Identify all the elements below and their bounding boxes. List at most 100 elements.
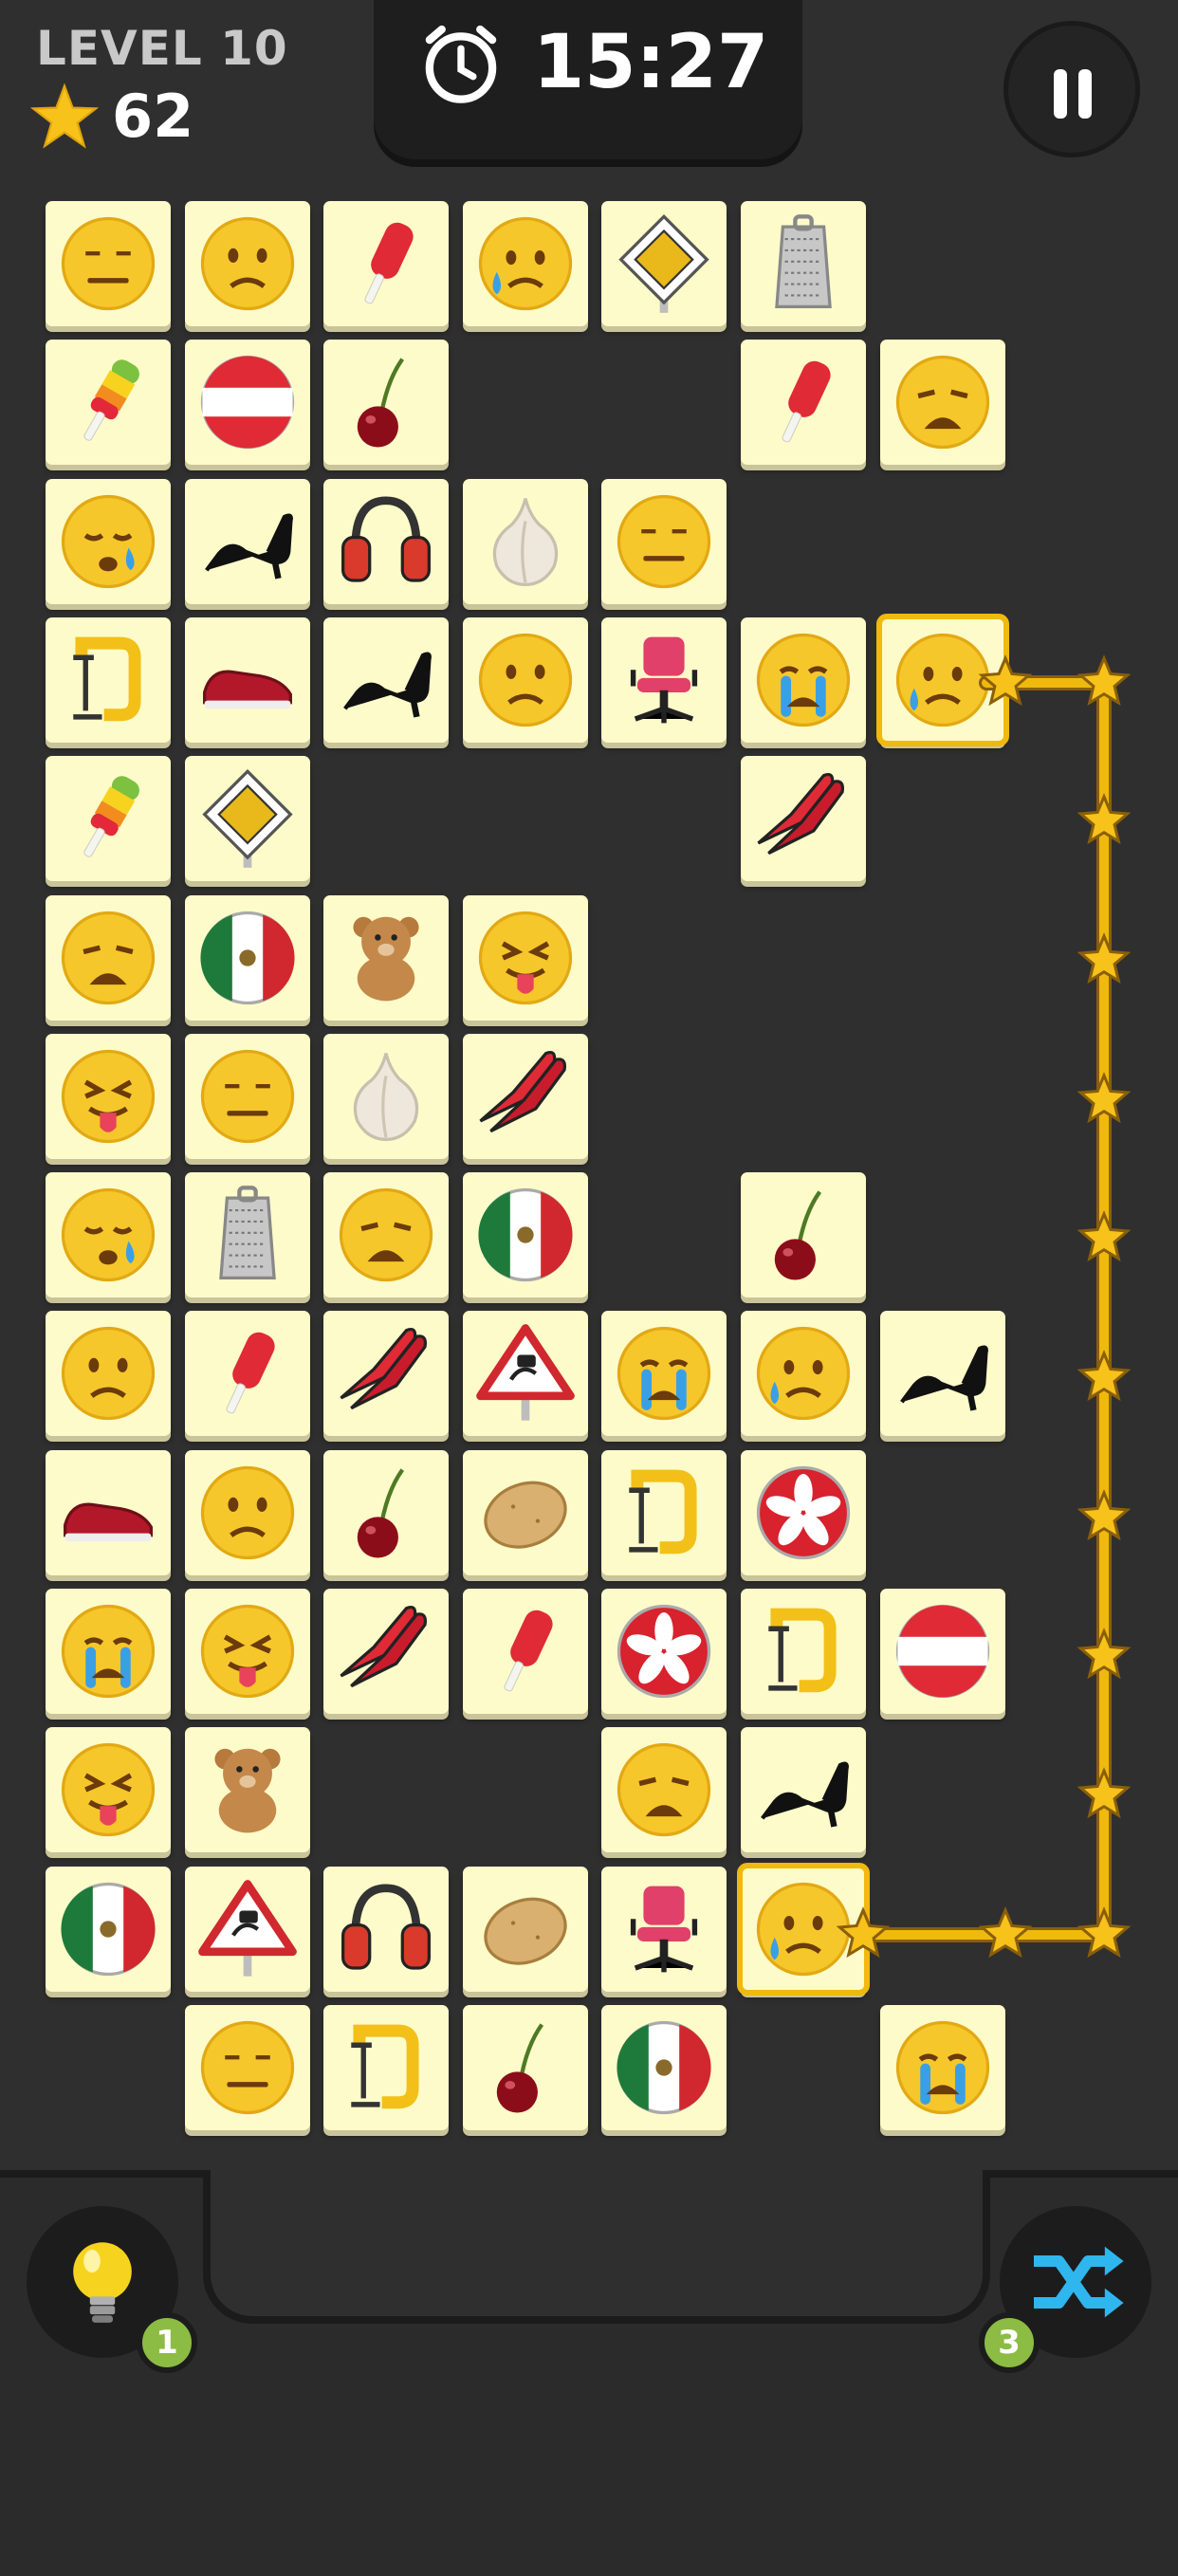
tile-swim-fins[interactable] — [462, 1033, 588, 1159]
tile-swim-fins[interactable] — [323, 1311, 450, 1437]
tile-c-clamp[interactable] — [741, 1589, 866, 1714]
worried-face-icon — [200, 1465, 294, 1559]
black-heel-icon — [204, 513, 293, 580]
tile-earmuffs[interactable] — [323, 1866, 450, 1992]
tongue-face-icon — [200, 1604, 294, 1699]
tile-c-clamp[interactable] — [46, 616, 171, 743]
tile-black-heel[interactable] — [184, 478, 310, 604]
game-board — [0, 0, 1178, 2549]
tile-sad-sweat-face[interactable] — [737, 1862, 870, 1996]
tile-black-heel[interactable] — [741, 1727, 866, 1853]
tile-mexico-flag[interactable] — [46, 1866, 171, 1992]
teddy-bear-icon — [353, 916, 419, 1001]
cheese-grater-icon — [775, 214, 832, 308]
tile-office-chair[interactable] — [601, 616, 727, 743]
tile-red-popsicle[interactable] — [184, 1311, 310, 1437]
tile-sad-sweat-face[interactable] — [741, 1311, 866, 1437]
swim-fins-icon — [340, 1605, 428, 1688]
tile-rainbow-popsicle[interactable] — [46, 340, 171, 466]
c-clamp-icon — [629, 1469, 697, 1554]
tile-c-clamp[interactable] — [323, 2004, 450, 2130]
tile-red-sneaker[interactable] — [184, 616, 310, 743]
tile-crying-face[interactable] — [879, 2004, 1005, 2130]
tile-red-popsicle[interactable] — [323, 201, 450, 326]
tile-mexico-flag[interactable] — [184, 894, 310, 1021]
hong-kong-flag-icon — [756, 1465, 851, 1559]
tile-garlic[interactable] — [323, 1033, 450, 1159]
tile-red-popsicle[interactable] — [462, 1589, 588, 1714]
tile-neutral-face[interactable] — [184, 2004, 310, 2130]
crying-face-icon — [895, 2020, 989, 2115]
tile-crying-face[interactable] — [46, 1589, 171, 1714]
tile-hong-kong-flag[interactable] — [741, 1449, 866, 1575]
sleepy-face-icon — [61, 494, 156, 588]
tile-teddy-bear[interactable] — [323, 894, 450, 1021]
tile-crying-face[interactable] — [741, 616, 866, 743]
tile-rainbow-popsicle[interactable] — [46, 756, 171, 882]
tile-tongue-face[interactable] — [462, 894, 588, 1021]
tile-priority-road-sign[interactable] — [184, 756, 310, 882]
tile-cherry[interactable] — [462, 2004, 588, 2130]
tongue-face-icon — [61, 1743, 156, 1837]
garlic-icon — [354, 1053, 419, 1141]
weary-face-icon — [895, 356, 989, 450]
tile-teddy-bear[interactable] — [184, 1727, 310, 1853]
tile-earmuffs[interactable] — [323, 478, 450, 604]
tile-sleepy-face[interactable] — [46, 478, 171, 604]
tile-sad-sweat-face[interactable] — [875, 613, 1009, 746]
tile-cherry[interactable] — [323, 1449, 450, 1575]
tile-crying-face[interactable] — [601, 1311, 727, 1437]
tile-office-chair[interactable] — [601, 1866, 727, 1992]
tile-weary-face[interactable] — [323, 1172, 450, 1298]
tile-cheese-grater[interactable] — [184, 1172, 310, 1298]
tile-slippery-road-sign[interactable] — [462, 1311, 588, 1437]
tile-worried-face[interactable] — [184, 1449, 310, 1575]
tile-red-popsicle[interactable] — [741, 340, 866, 466]
tile-austria-flag[interactable] — [879, 1589, 1005, 1714]
tile-weary-face[interactable] — [46, 894, 171, 1021]
tile-garlic[interactable] — [462, 478, 588, 604]
red-popsicle-icon — [504, 1610, 553, 1692]
tile-worried-face[interactable] — [46, 1311, 171, 1437]
tile-worried-face[interactable] — [462, 616, 588, 743]
neutral-face-icon — [61, 216, 156, 311]
tile-neutral-face[interactable] — [601, 478, 727, 604]
tile-neutral-face[interactable] — [46, 201, 171, 326]
cherry-icon — [774, 1190, 822, 1280]
cherry-icon — [357, 1468, 405, 1558]
tile-weary-face[interactable] — [879, 340, 1005, 466]
red-popsicle-icon — [364, 222, 414, 304]
tile-tongue-face[interactable] — [46, 1033, 171, 1159]
tile-black-heel[interactable] — [323, 616, 450, 743]
tile-swim-fins[interactable] — [323, 1589, 450, 1714]
tile-swim-fins[interactable] — [741, 756, 866, 882]
tile-cherry[interactable] — [323, 340, 450, 466]
tile-sleepy-face[interactable] — [46, 1172, 171, 1298]
black-heel-icon — [899, 1345, 988, 1411]
rainbow-popsicle-icon — [83, 359, 139, 442]
priority-road-sign-icon — [201, 769, 293, 869]
neutral-face-icon — [617, 494, 711, 588]
tile-black-heel[interactable] — [879, 1311, 1005, 1437]
tile-austria-flag[interactable] — [184, 340, 310, 466]
tile-tongue-face[interactable] — [46, 1727, 171, 1853]
tile-red-sneaker[interactable] — [46, 1449, 171, 1575]
tile-weary-face[interactable] — [601, 1727, 727, 1853]
tile-tongue-face[interactable] — [184, 1589, 310, 1714]
tile-priority-road-sign[interactable] — [601, 201, 727, 326]
tile-cheese-grater[interactable] — [741, 201, 866, 326]
tile-slippery-road-sign[interactable] — [184, 1866, 310, 1992]
tile-neutral-face[interactable] — [184, 1033, 310, 1159]
office-chair-icon — [631, 636, 698, 724]
c-clamp-icon — [73, 636, 141, 722]
tile-mexico-flag[interactable] — [601, 2004, 727, 2130]
tile-worried-face[interactable] — [184, 201, 310, 326]
rainbow-popsicle-icon — [83, 776, 139, 857]
tile-potato[interactable] — [462, 1449, 588, 1575]
tile-sad-sweat-face[interactable] — [462, 201, 588, 326]
tile-cherry[interactable] — [741, 1172, 866, 1298]
tile-potato[interactable] — [462, 1866, 588, 1992]
tile-mexico-flag[interactable] — [462, 1172, 588, 1298]
tile-c-clamp[interactable] — [601, 1449, 727, 1575]
tile-hong-kong-flag[interactable] — [601, 1589, 727, 1714]
